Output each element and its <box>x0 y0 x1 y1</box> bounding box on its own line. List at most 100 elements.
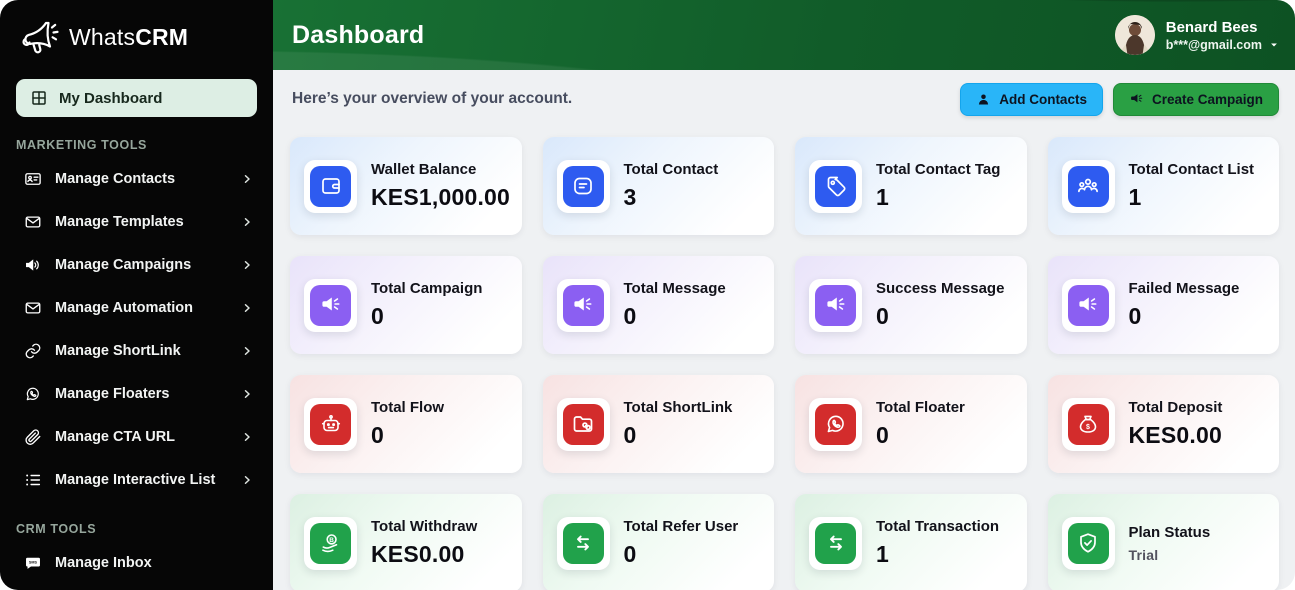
stat-card-value: 0 <box>623 303 637 329</box>
sidebar-item-label: Manage Templates <box>55 213 184 230</box>
sidebar-item-label: Manage Automation <box>55 299 194 316</box>
paperclip-icon <box>24 428 42 446</box>
stat-card-label: Plan Status <box>1128 523 1211 541</box>
stat-card-label: Total Contact Tag <box>876 161 1001 178</box>
stat-card-label: Total Contact <box>623 161 719 178</box>
stat-card-label: Total Floater <box>876 399 965 416</box>
stat-card-total-shortlink: Total ShortLink 0 <box>542 375 774 473</box>
stat-card-icon-frame <box>809 278 862 332</box>
user-menu[interactable]: Benard Bees b***@gmail.com <box>1114 15 1279 55</box>
sidebar-item-my-dashboard[interactable]: My Dashboard <box>16 79 257 117</box>
stat-card-icon-frame <box>556 516 610 570</box>
megaphone-icon <box>571 293 595 317</box>
grid-icon <box>30 89 48 107</box>
chevron-right-icon <box>241 431 253 443</box>
stat-card-total-contact-list: Total Contact List 1 <box>1047 137 1279 235</box>
swap-arrows-icon <box>571 531 595 555</box>
stat-card-label: Total Transaction <box>876 518 1000 535</box>
swap-arrows-icon <box>824 531 848 555</box>
folder-link-icon <box>571 412 595 436</box>
stat-card-label: Success Message <box>876 280 1005 297</box>
stat-card-icon-frame <box>304 278 357 332</box>
robot-icon <box>319 412 343 436</box>
stat-card-total-contact: Total Contact 3 <box>542 137 774 235</box>
stat-card-label: Failed Message <box>1128 280 1240 297</box>
megaphone-icon <box>824 293 848 317</box>
sidebar-item-manage-automation[interactable]: Manage Automation <box>0 286 273 329</box>
brand-logo[interactable]: WhatsCRM <box>0 0 273 71</box>
svg-text:SMS: SMS <box>29 560 38 564</box>
stat-card-total-message: Total Message 0 <box>542 256 774 354</box>
sidebar-item-manage-contacts[interactable]: Manage Contacts <box>0 157 273 200</box>
stat-card-value: 0 <box>371 303 384 329</box>
stat-card-icon-frame <box>809 159 862 213</box>
chain-icon <box>24 342 42 360</box>
stat-card-label: Total Flow <box>371 399 445 416</box>
stat-card-value: KES0.00 <box>1128 422 1222 448</box>
chat-sms-icon: SMS <box>24 554 42 572</box>
stat-card-icon-frame <box>809 397 862 451</box>
create-campaign-button[interactable]: Create Campaign <box>1112 82 1279 116</box>
sidebar-item-manage-inbox[interactable]: SMS Manage Inbox <box>0 541 273 584</box>
action-buttons: Add Contacts Create Campaign <box>960 82 1279 116</box>
add-contacts-button[interactable]: Add Contacts <box>960 82 1103 116</box>
user-meta: Benard Bees b***@gmail.com <box>1166 19 1279 52</box>
top-header: Dashboard Benard Bees b***@gmail.com <box>273 0 1295 70</box>
stat-card-icon-frame <box>1061 516 1115 570</box>
message-square-icon <box>571 174 595 198</box>
user-email[interactable]: b***@gmail.com <box>1166 38 1279 52</box>
sidebar-item-manage-campaigns[interactable]: Manage Campaigns <box>0 243 273 286</box>
sidebar-item-label: My Dashboard <box>59 89 163 107</box>
stat-card-value: KES0.00 <box>371 541 465 567</box>
sidebar-item-manage-cta-url[interactable]: Manage CTA URL <box>0 415 273 458</box>
stat-card-value: 1 <box>876 541 889 567</box>
stat-card-value: Trial <box>1128 546 1159 563</box>
stat-card-label: Total Deposit <box>1128 399 1223 416</box>
overview-bar: Here’s your overview of your account. Ad… <box>273 70 1295 128</box>
app-window: WhatsCRM My Dashboard MARKETING TOOLS Man… <box>0 0 1295 590</box>
megaphone-icon <box>319 293 343 317</box>
stat-card-icon-frame <box>809 516 862 570</box>
tag-icon <box>824 174 848 198</box>
page-title: Dashboard <box>292 20 425 49</box>
stat-card-total-campaign: Total Campaign 0 <box>290 256 522 354</box>
stat-card-label: Total Contact List <box>1128 161 1255 178</box>
stat-card-icon-frame <box>1061 159 1115 213</box>
avatar[interactable] <box>1114 15 1155 55</box>
wallet-icon <box>319 174 343 198</box>
stat-card-total-withdraw: B Total Withdraw KES0.00 <box>290 494 522 590</box>
sidebar-item-manage-floaters[interactable]: Manage Floaters <box>0 372 273 415</box>
stat-card-icon-frame <box>556 397 610 451</box>
stat-card-icon-frame: $ <box>1061 397 1115 451</box>
stat-card-icon-frame <box>1061 278 1115 332</box>
sidebar-item-label: Manage ShortLink <box>55 342 181 359</box>
stat-card-value: 0 <box>876 303 889 329</box>
stat-card-wallet-balance: Wallet Balance KES1,000.00 <box>290 137 522 235</box>
stat-card-value: KES1,000.00 <box>371 184 511 210</box>
envelope-icon <box>24 213 42 231</box>
stat-card-icon-frame <box>304 397 357 451</box>
shield-check-icon <box>1076 531 1100 555</box>
stat-card-failed-message: Failed Message 0 <box>1047 256 1279 354</box>
main-area: Dashboard Benard Bees b***@gmail.com Her… <box>273 0 1295 590</box>
sidebar-item-manage-interactive-list[interactable]: Manage Interactive List <box>0 458 273 501</box>
stat-card-value: 3 <box>623 184 637 210</box>
megaphone-icon <box>1076 293 1100 317</box>
chevron-down-icon <box>1269 40 1279 50</box>
stat-card-plan-status: Plan Status Trial <box>1047 494 1279 590</box>
stat-card-total-contact-tag: Total Contact Tag 1 <box>795 137 1027 235</box>
sidebar-item-manage-shortlink[interactable]: Manage ShortLink <box>0 329 273 372</box>
svg-text:B: B <box>329 537 334 544</box>
whatsapp-icon <box>24 385 42 403</box>
sidebar-item-manage-templates[interactable]: Manage Templates <box>0 200 273 243</box>
stat-cards-grid: Wallet Balance KES1,000.00 Total Contact 3 T… <box>273 128 1295 590</box>
whatsapp-icon <box>824 412 848 436</box>
brand-name: WhatsCRM <box>69 23 189 50</box>
stat-card-icon-frame <box>304 159 357 213</box>
stat-card-success-message: Success Message 0 <box>795 256 1027 354</box>
money-bag-icon: $ <box>1076 412 1100 436</box>
sidebar-item-label: Manage Campaigns <box>55 256 192 273</box>
stat-card-value: 0 <box>623 541 637 567</box>
stat-card-icon-frame: B <box>304 516 357 570</box>
stat-card-total-floater: Total Floater 0 <box>795 375 1027 473</box>
